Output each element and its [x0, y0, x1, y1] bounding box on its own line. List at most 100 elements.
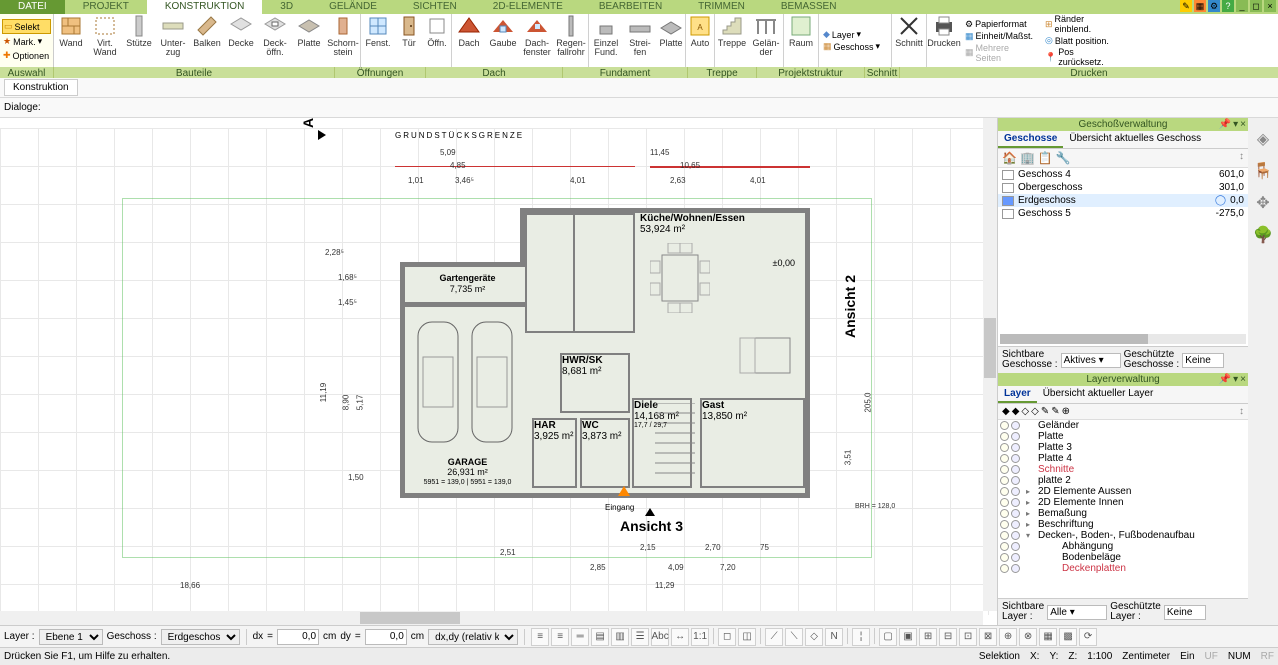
geschoss-row[interactable]: Obergeschoss301,0: [998, 181, 1248, 194]
virt-wand-button[interactable]: Virt. Wand: [88, 14, 122, 67]
geschoss-toolbar-icon[interactable]: 📋: [1038, 151, 1053, 165]
geschoss-dropdown[interactable]: ▦Geschoss ▾: [823, 41, 887, 52]
layer-toolbar-icon[interactable]: ✎: [1051, 406, 1059, 417]
dach-button[interactable]: Dach: [452, 14, 486, 67]
tb-icon[interactable]: ⟳: [1079, 628, 1097, 646]
layer-tab-uebersicht[interactable]: Übersicht aktueller Layer: [1037, 386, 1160, 403]
layer-row[interactable]: ▸Bemaßung: [998, 508, 1248, 519]
layer-row[interactable]: Platte: [998, 431, 1248, 442]
panel-pin-icon[interactable]: 📌: [1219, 119, 1231, 130]
view-tab-konstruktion[interactable]: Konstruktion: [4, 79, 78, 96]
geschuetzte-layer-select[interactable]: Keine: [1164, 605, 1206, 620]
dachfenster-button[interactable]: Dach- fenster: [520, 14, 554, 67]
regenfallrohr-button[interactable]: Regen- fallrohr: [554, 14, 588, 67]
papierformat-button[interactable]: ⚙Papierformat: [965, 19, 1037, 30]
geschoss-toolbar-icon[interactable]: 🏢: [1020, 151, 1035, 165]
tb-icon[interactable]: ⟋: [765, 628, 783, 646]
tb-icon[interactable]: ◻: [718, 628, 736, 646]
tree-tool-icon[interactable]: 🌳: [1252, 224, 1274, 246]
menu-konstruktion[interactable]: KONSTRUKTION: [147, 0, 262, 14]
layer-dropdown[interactable]: ◆Layer ▾: [823, 29, 887, 40]
sichtbare-layer-select[interactable]: Alle ▾: [1047, 605, 1107, 620]
decke-button[interactable]: Decke: [224, 14, 258, 67]
panel-close-icon[interactable]: ×: [1240, 119, 1246, 130]
layer-tab-layer[interactable]: Layer: [998, 386, 1037, 403]
layer-row[interactable]: Abhängung: [998, 541, 1248, 552]
tb-icon[interactable]: ▥: [611, 628, 629, 646]
pos-zuruecksetz-button[interactable]: 📍Pos zurücksetz.: [1045, 47, 1119, 67]
menu-gelaende[interactable]: GELÄNDE: [311, 0, 395, 14]
tb-icon[interactable]: 1:1: [691, 628, 709, 646]
schornstein-button[interactable]: Schorn- stein: [326, 14, 360, 67]
gaube-button[interactable]: Gaube: [486, 14, 520, 67]
schnitt-button[interactable]: Schnitt: [892, 14, 926, 67]
balken-button[interactable]: Balken: [190, 14, 224, 67]
layer-toolbar-icon[interactable]: ◇: [1031, 406, 1039, 417]
geschoss-tab-geschosse[interactable]: Geschosse: [998, 131, 1063, 148]
panel-pin-icon[interactable]: 📌: [1219, 374, 1231, 385]
panel-dropdown-icon[interactable]: ▾: [1233, 374, 1238, 385]
layer-toolbar-icon[interactable]: ◆: [1002, 406, 1010, 417]
tb-icon[interactable]: ⊠: [979, 628, 997, 646]
menu-3d[interactable]: 3D: [262, 0, 311, 14]
layer-row[interactable]: Bodenbeläge: [998, 552, 1248, 563]
layer-row[interactable]: ▸2D Elemente Aussen: [998, 486, 1248, 497]
layer-toolbar-icon[interactable]: ✎: [1041, 406, 1049, 417]
mark-tool[interactable]: ★Mark. ▾: [2, 35, 51, 48]
sichtbare-geschosse-select[interactable]: Aktives ▾: [1061, 353, 1121, 368]
raender-button[interactable]: ⊞Ränder einblend.: [1045, 14, 1119, 34]
panel-dropdown-icon[interactable]: ▾: [1233, 119, 1238, 130]
layer-toolbar-icon[interactable]: ◆: [1012, 406, 1020, 417]
layer-select[interactable]: Ebene 1: [39, 629, 103, 645]
panel-expand-icon[interactable]: ↕: [1239, 406, 1244, 417]
tb-icon[interactable]: ☰: [631, 628, 649, 646]
geschoss-tab-uebersicht[interactable]: Übersicht aktuelles Geschoss: [1063, 131, 1207, 148]
tb-icon[interactable]: ⟍: [785, 628, 803, 646]
blatt-pos-button[interactable]: ◎Blatt position.: [1045, 35, 1119, 46]
layers-tool-icon[interactable]: ◈: [1252, 128, 1274, 150]
canvas-scroll-horizontal[interactable]: [0, 611, 983, 625]
fundplatte-button[interactable]: Platte: [657, 14, 685, 67]
layer-toolbar-icon[interactable]: ◇: [1021, 406, 1029, 417]
tb-icon[interactable]: ⊕: [999, 628, 1017, 646]
tb-icon[interactable]: ¦: [852, 628, 870, 646]
select-tool[interactable]: ▭Selekt: [2, 19, 51, 34]
layer-row[interactable]: Platte 4: [998, 453, 1248, 464]
einzelfund-button[interactable]: Einzel Fund.: [589, 14, 623, 67]
layer-toolbar-icon[interactable]: ⊕: [1062, 406, 1070, 417]
help-icon[interactable]: ?: [1222, 0, 1234, 12]
geschoss-toolbar-icon[interactable]: 🔧: [1056, 151, 1071, 165]
canvas-scroll-vertical[interactable]: [983, 118, 997, 611]
layer-row[interactable]: ▸2D Elemente Innen: [998, 497, 1248, 508]
stuetze-button[interactable]: Stütze: [122, 14, 156, 67]
auto-button[interactable]: AAuto: [686, 14, 714, 67]
options-tool[interactable]: ✚Optionen: [2, 49, 51, 62]
tb-icon[interactable]: ◫: [738, 628, 756, 646]
tb-icon[interactable]: Abc: [651, 628, 669, 646]
geschuetzte-geschosse-select[interactable]: Keine: [1182, 353, 1224, 368]
tb-icon[interactable]: ▤: [591, 628, 609, 646]
layer-row[interactable]: ▾Decken-, Boden-, Fußbodenaufbau: [998, 530, 1248, 541]
geschoss-toolbar-icon[interactable]: 🏠: [1002, 151, 1017, 165]
unterzug-button[interactable]: Unter- zug: [156, 14, 190, 67]
panel-close-icon[interactable]: ×: [1240, 374, 1246, 385]
tb-icon[interactable]: ═: [571, 628, 589, 646]
menu-2d[interactable]: 2D-ELEMENTE: [475, 0, 581, 14]
minimize-icon[interactable]: _: [1236, 0, 1248, 12]
treppe-button[interactable]: Treppe: [715, 14, 749, 67]
menu-bearbeiten[interactable]: BEARBEITEN: [581, 0, 680, 14]
geschoss-row-active[interactable]: Erdgeschoss◯0,0: [998, 194, 1248, 207]
wand-button[interactable]: Wand: [54, 14, 88, 67]
deckoeffn-button[interactable]: Deck- öffn.: [258, 14, 292, 67]
menu-trimmen[interactable]: TRIMMEN: [680, 0, 763, 14]
furniture-tool-icon[interactable]: 🪑: [1252, 160, 1274, 182]
drawing-canvas[interactable]: GRUNDSTÜCKSGRENZE Ansicht Ansicht 2 Ansi…: [0, 118, 998, 625]
close-icon[interactable]: ×: [1264, 0, 1276, 12]
gelaender-button[interactable]: Gelän- der: [749, 14, 783, 67]
menu-sichten[interactable]: SICHTEN: [395, 0, 475, 14]
tb-icon[interactable]: ◇: [805, 628, 823, 646]
dx-input[interactable]: [277, 629, 319, 645]
layer-row[interactable]: ▸Beschriftung: [998, 519, 1248, 530]
tb-icon[interactable]: ⊡: [959, 628, 977, 646]
maximize-icon[interactable]: ◻: [1250, 0, 1262, 12]
